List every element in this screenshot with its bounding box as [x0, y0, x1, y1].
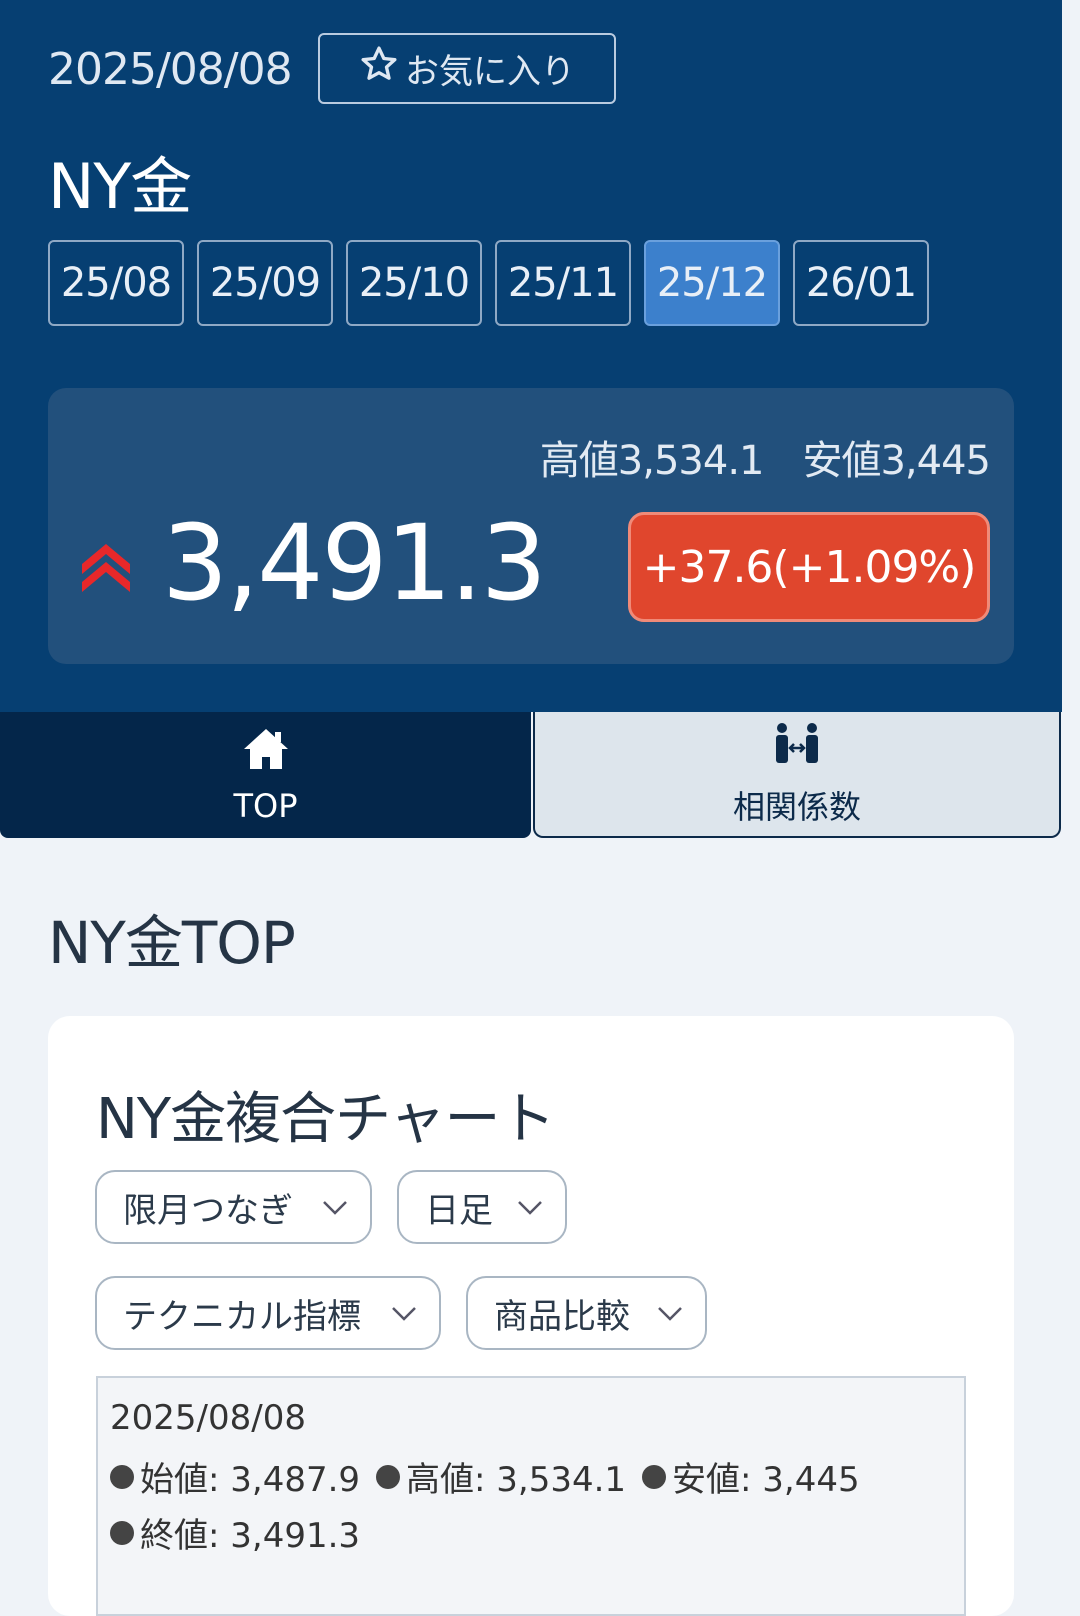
- tab-top-label: TOP: [233, 787, 298, 825]
- high-text: 高値: 3,534.1: [406, 1460, 627, 1500]
- section-title: NY金TOP: [48, 909, 296, 977]
- chevron-down-icon: [323, 1201, 347, 1215]
- correlation-icon: [772, 720, 822, 782]
- chart-card-title: NY金複合チャート: [96, 1087, 556, 1152]
- bullet-dot: [376, 1464, 400, 1489]
- high-value: 高値: 3,534.1: [376, 1452, 626, 1501]
- star-icon: [359, 44, 399, 93]
- indicator-select[interactable]: テクニカル指標: [95, 1276, 441, 1350]
- page-title: NY金: [48, 150, 192, 223]
- high-low-label: 高値3,534.1 安値3,445: [539, 438, 991, 484]
- chevron-down-icon: [392, 1307, 416, 1321]
- period-select[interactable]: 日足: [397, 1170, 567, 1244]
- favorite-button[interactable]: お気に入り: [318, 33, 616, 104]
- month-tab-25-11[interactable]: 25/11: [495, 240, 631, 326]
- low-value: 安値: 3,445: [642, 1452, 860, 1501]
- tab-top[interactable]: TOP: [0, 712, 531, 838]
- close-text: 終値: 3,491.3: [140, 1516, 361, 1556]
- bullet-dot: [110, 1520, 134, 1545]
- header: 2025/08/08 お気に入り NY金 25/08 25/09 25/10 2…: [0, 0, 1062, 712]
- low-text: 安値: 3,445: [672, 1460, 860, 1500]
- tab-correlation[interactable]: 相関係数: [533, 712, 1061, 838]
- month-tab-25-08[interactable]: 25/08: [48, 240, 184, 326]
- tab-correlation-label: 相関係数: [732, 788, 861, 826]
- bullet-dot: [642, 1464, 666, 1489]
- chevron-down-icon: [658, 1307, 682, 1321]
- ohlc-info-box: 2025/08/08 始値: 3,487.9 高値: 3,534.1 安値: 3…: [96, 1376, 966, 1616]
- period-select-value: 日足: [425, 1190, 493, 1231]
- double-chevron-up-icon: [80, 538, 132, 594]
- compare-select-value: 商品比較: [494, 1296, 630, 1337]
- month-tab-25-12[interactable]: 25/12: [644, 240, 780, 326]
- current-price: 3,491.3: [162, 502, 547, 624]
- chart-card: NY金複合チャート 限月つなぎ 日足 テクニカル指標 商品比較 2025/08/…: [48, 1016, 1014, 1616]
- open-text: 始値: 3,487.9: [140, 1460, 361, 1500]
- month-tab-25-10[interactable]: 25/10: [346, 240, 482, 326]
- ohlc-date: 2025/08/08: [110, 1398, 306, 1438]
- contract-select[interactable]: 限月つなぎ: [95, 1170, 372, 1244]
- month-tab-25-09[interactable]: 25/09: [197, 240, 333, 326]
- favorite-label: お気に入り: [405, 52, 575, 92]
- open-value: 始値: 3,487.9: [110, 1452, 360, 1501]
- compare-select[interactable]: 商品比較: [466, 1276, 707, 1350]
- bullet-dot: [110, 1464, 134, 1489]
- date-label: 2025/08/08: [48, 44, 293, 95]
- close-value: 終値: 3,491.3: [110, 1508, 360, 1557]
- home-icon: [241, 725, 291, 787]
- chevron-down-icon: [518, 1201, 542, 1215]
- month-tab-26-01[interactable]: 26/01: [793, 240, 929, 326]
- indicator-select-value: テクニカル指標: [123, 1296, 361, 1337]
- price-card: 高値3,534.1 安値3,445 3,491.3 +37.6(+1.09%): [48, 388, 1014, 664]
- change-badge: +37.6(+1.09%): [628, 512, 990, 622]
- contract-select-value: 限月つなぎ: [123, 1190, 293, 1231]
